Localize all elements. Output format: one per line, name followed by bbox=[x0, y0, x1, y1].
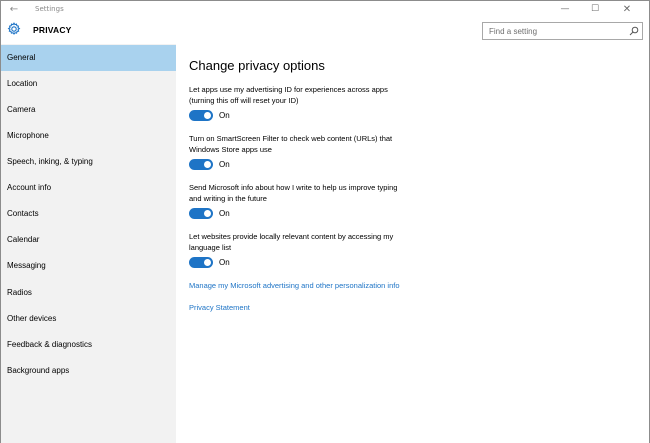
toggle-state-label: On bbox=[219, 258, 230, 267]
toggle-knob bbox=[204, 210, 211, 217]
page-title: Change privacy options bbox=[189, 58, 325, 73]
setting-description-line: Windows Store apps use bbox=[189, 145, 272, 154]
page-title-header: PRIVACY bbox=[33, 25, 72, 35]
smartscreen-toggle[interactable] bbox=[189, 159, 213, 170]
setting-description-line: language list bbox=[189, 243, 232, 252]
toggle-row: On bbox=[189, 159, 439, 171]
toggle-knob bbox=[204, 112, 211, 119]
setting-description-line: Send Microsoft info about how I write to… bbox=[189, 183, 398, 192]
back-button[interactable]: ← bbox=[7, 3, 21, 16]
search-box[interactable] bbox=[482, 22, 643, 40]
sidebar-item-messaging[interactable]: Messaging bbox=[1, 253, 176, 279]
window-title: Settings bbox=[35, 5, 64, 13]
toggle-state-label: On bbox=[219, 160, 230, 169]
close-icon: ✕ bbox=[622, 4, 632, 15]
sidebar-item-microphone[interactable]: Microphone bbox=[1, 123, 176, 149]
sidebar-item-radios[interactable]: Radios bbox=[1, 280, 176, 306]
back-arrow-icon: ← bbox=[9, 4, 19, 15]
sidebar-item-contacts[interactable]: Contacts bbox=[1, 201, 176, 227]
title-bar: ← Settings — ☐ ✕ bbox=[1, 1, 649, 18]
toggle-state-label: On bbox=[219, 111, 230, 120]
setting-smartscreen: Turn on SmartScreen Filter to check web … bbox=[189, 133, 439, 171]
manage-advertising-link[interactable]: Manage my Microsoft advertising and othe… bbox=[189, 280, 400, 291]
maximize-button[interactable]: ☐ bbox=[581, 1, 609, 18]
search-input[interactable] bbox=[483, 23, 623, 39]
sidebar-item-general[interactable]: General bbox=[1, 45, 176, 71]
toggle-knob bbox=[204, 161, 211, 168]
page-header: PRIVACY bbox=[1, 18, 649, 44]
toggle-row: On bbox=[189, 110, 439, 122]
sidebar: General Location Camera Microphone Speec… bbox=[1, 44, 176, 443]
maximize-icon: ☐ bbox=[590, 4, 600, 14]
minimize-button[interactable]: — bbox=[551, 1, 579, 18]
setting-typing-info: Send Microsoft info about how I write to… bbox=[189, 182, 439, 220]
setting-description: Let websites provide locally relevant co… bbox=[189, 231, 429, 253]
setting-language-list: Let websites provide locally relevant co… bbox=[189, 231, 439, 269]
main-content: Change privacy options Let apps use my a… bbox=[176, 44, 649, 443]
setting-description: Turn on SmartScreen Filter to check web … bbox=[189, 133, 429, 155]
setting-advertising-id: Let apps use my advertising ID for exper… bbox=[189, 84, 439, 122]
gear-icon bbox=[7, 22, 21, 35]
setting-description-line: Turn on SmartScreen Filter to check web … bbox=[189, 134, 393, 143]
toggle-knob bbox=[204, 259, 211, 266]
sidebar-item-other-devices[interactable]: Other devices bbox=[1, 306, 176, 332]
toggle-row: On bbox=[189, 208, 439, 220]
toggle-state-label: On bbox=[219, 209, 230, 218]
sidebar-item-calendar[interactable]: Calendar bbox=[1, 227, 176, 253]
setting-description-line: (turning this off will reset your ID) bbox=[189, 96, 299, 105]
search-icon[interactable] bbox=[629, 26, 639, 36]
sidebar-item-account-info[interactable]: Account info bbox=[1, 175, 176, 201]
setting-description: Let apps use my advertising ID for exper… bbox=[189, 84, 429, 106]
sidebar-item-feedback[interactable]: Feedback & diagnostics bbox=[1, 332, 176, 358]
setting-description: Send Microsoft info about how I write to… bbox=[189, 182, 429, 204]
sidebar-item-background-apps[interactable]: Background apps bbox=[1, 358, 176, 384]
language-list-toggle[interactable] bbox=[189, 257, 213, 268]
settings-window: ← Settings — ☐ ✕ PRIVACY Find a setting … bbox=[0, 0, 650, 443]
advertising-id-toggle[interactable] bbox=[189, 110, 213, 121]
minimize-icon: — bbox=[560, 4, 570, 14]
toggle-row: On bbox=[189, 257, 439, 269]
typing-info-toggle[interactable] bbox=[189, 208, 213, 219]
sidebar-item-speech[interactable]: Speech, inking, & typing bbox=[1, 149, 176, 175]
sidebar-item-camera[interactable]: Camera bbox=[1, 97, 176, 123]
sidebar-item-location[interactable]: Location bbox=[1, 71, 176, 97]
close-button[interactable]: ✕ bbox=[613, 1, 641, 18]
privacy-statement-link[interactable]: Privacy Statement bbox=[189, 302, 250, 313]
setting-description-line: and writing in the future bbox=[189, 194, 267, 203]
setting-description-line: Let apps use my advertising ID for exper… bbox=[189, 85, 388, 94]
setting-description-line: Let websites provide locally relevant co… bbox=[189, 232, 394, 241]
